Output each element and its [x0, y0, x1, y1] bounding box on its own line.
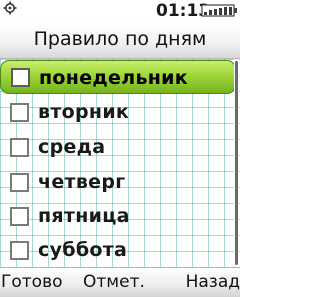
list-item-label: суббота — [38, 239, 128, 261]
back-softkey[interactable]: Назад — [186, 268, 240, 297]
title-bar: Правило по дням — [0, 22, 240, 59]
list-item-label: среда — [38, 136, 106, 158]
list-item-wednesday[interactable]: среда — [2, 130, 232, 164]
list-item-label: пятница — [38, 205, 130, 227]
gear-icon — [3, 1, 17, 15]
list-item-thursday[interactable]: четверг — [2, 165, 232, 199]
checkbox[interactable] — [11, 68, 30, 87]
list-item-tuesday[interactable]: вторник — [2, 95, 232, 129]
checkbox[interactable] — [10, 173, 29, 192]
scroll-thumb[interactable] — [235, 61, 238, 265]
status-bar: 01:13 — [0, 0, 240, 22]
day-list: понедельник вторник среда четверг пятниц… — [0, 59, 240, 267]
list-item-saturday[interactable]: суббота — [2, 233, 232, 267]
checkbox[interactable] — [10, 138, 29, 157]
scrollbar[interactable] — [234, 59, 239, 267]
checkbox[interactable] — [10, 241, 29, 260]
list-item-friday[interactable]: пятница — [2, 199, 232, 233]
softkey-bar: Готово Отмет. Назад — [0, 267, 240, 297]
done-softkey[interactable]: Готово — [1, 268, 63, 297]
battery-icon — [201, 4, 237, 17]
list-item-monday[interactable]: понедельник — [0, 60, 236, 94]
list-item-label: понедельник — [39, 67, 188, 89]
mark-softkey[interactable]: Отмет. — [83, 268, 145, 297]
list-item-label: вторник — [38, 101, 130, 123]
checkbox[interactable] — [10, 103, 29, 122]
list-item-label: четверг — [38, 171, 126, 193]
page-title: Правило по дням — [33, 28, 207, 50]
checkbox[interactable] — [10, 207, 29, 226]
